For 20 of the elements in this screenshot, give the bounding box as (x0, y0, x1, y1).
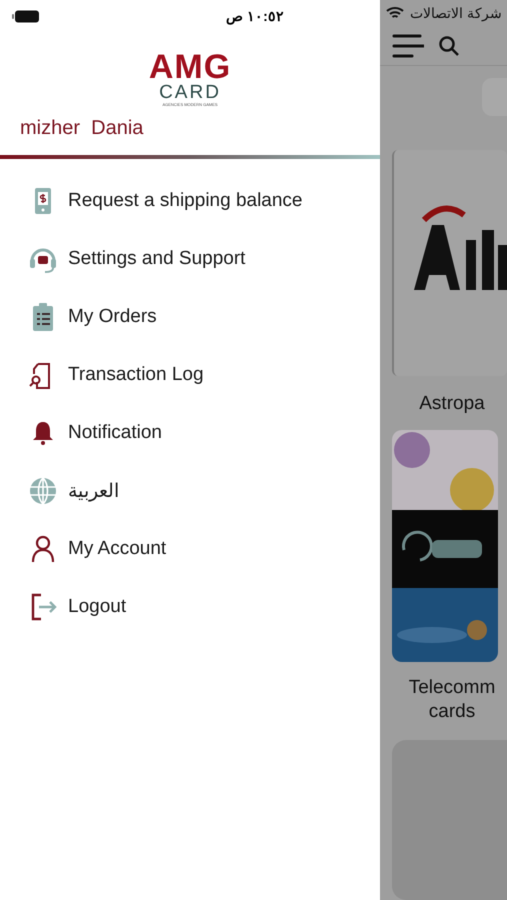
menu-icon[interactable] (392, 32, 424, 59)
status-time: ١٠:٥٢ ص (225, 8, 285, 24)
carrier-name: شركة الاتصالات (410, 5, 502, 22)
menu-item[interactable]: Request a shipping balance (28, 185, 380, 217)
card-title: Telecomm cards (408, 676, 496, 724)
globe-icon (28, 476, 58, 506)
logo-word: CARD (159, 84, 221, 102)
menu-item[interactable]: Logout (28, 591, 380, 623)
wifi-icon (386, 6, 404, 20)
menu-item[interactable]: Notification (28, 417, 380, 449)
battery-icon (12, 10, 40, 22)
menu-item[interactable]: My Orders (28, 301, 380, 333)
menu-item[interactable]: Settings and Support (28, 243, 380, 275)
menu-item[interactable]: My Account (28, 533, 380, 565)
menu-item[interactable]: العربية (28, 475, 380, 507)
menu-item[interactable]: Transaction Log (28, 359, 380, 391)
user-name: mizher Dania (19, 116, 144, 141)
logo-mark: AMG (148, 50, 232, 84)
search-icon[interactable] (438, 34, 460, 57)
card-title: Astropa (418, 392, 486, 416)
